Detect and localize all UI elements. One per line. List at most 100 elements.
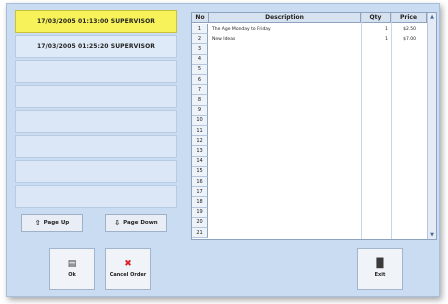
item-price[interactable] bbox=[392, 157, 418, 167]
row-number[interactable]: 12 bbox=[192, 136, 208, 147]
item-price[interactable] bbox=[392, 95, 418, 105]
item-qty[interactable] bbox=[364, 75, 390, 85]
item-description[interactable] bbox=[210, 208, 360, 218]
item-price[interactable] bbox=[392, 126, 418, 136]
item-qty[interactable] bbox=[364, 228, 390, 238]
item-description[interactable] bbox=[210, 228, 360, 238]
item-price[interactable] bbox=[392, 65, 418, 75]
item-description[interactable] bbox=[210, 116, 360, 126]
item-qty[interactable] bbox=[364, 146, 390, 156]
item-qty[interactable] bbox=[364, 126, 390, 136]
item-price[interactable] bbox=[392, 167, 418, 177]
item-qty[interactable]: 1 bbox=[364, 34, 390, 44]
order-item[interactable] bbox=[15, 160, 177, 183]
item-description[interactable] bbox=[210, 146, 360, 156]
page-up-button[interactable]: ⇧ Page Up bbox=[21, 214, 83, 232]
item-description[interactable]: The Age Monday to Friday bbox=[210, 24, 360, 34]
row-number[interactable]: 20 bbox=[192, 217, 208, 228]
item-price[interactable] bbox=[392, 44, 418, 54]
row-number[interactable]: 7 bbox=[192, 85, 208, 96]
item-qty[interactable] bbox=[364, 44, 390, 54]
item-price[interactable] bbox=[392, 116, 418, 126]
row-number[interactable]: 16 bbox=[192, 177, 208, 188]
row-number[interactable]: 18 bbox=[192, 197, 208, 208]
row-number[interactable]: 4 bbox=[192, 54, 208, 65]
item-description[interactable] bbox=[210, 136, 360, 146]
item-price[interactable] bbox=[392, 187, 418, 197]
item-description[interactable] bbox=[210, 106, 360, 116]
item-description[interactable] bbox=[210, 44, 360, 54]
row-number[interactable]: 2 bbox=[192, 34, 208, 45]
order-item[interactable] bbox=[15, 60, 177, 83]
item-price[interactable] bbox=[392, 197, 418, 207]
item-qty[interactable] bbox=[364, 218, 390, 228]
item-price[interactable] bbox=[392, 55, 418, 65]
item-qty[interactable] bbox=[364, 136, 390, 146]
column-header-qty[interactable]: Qty bbox=[361, 13, 391, 23]
item-description[interactable]: New Ideas bbox=[210, 34, 360, 44]
row-number[interactable]: 13 bbox=[192, 146, 208, 157]
item-price[interactable] bbox=[392, 106, 418, 116]
item-description[interactable] bbox=[210, 177, 360, 187]
item-description[interactable] bbox=[210, 65, 360, 75]
item-description[interactable] bbox=[210, 75, 360, 85]
scroll-down-icon[interactable]: ▼ bbox=[428, 231, 436, 239]
item-description[interactable] bbox=[210, 55, 360, 65]
row-number[interactable]: 21 bbox=[192, 228, 208, 239]
item-price[interactable] bbox=[392, 218, 418, 228]
item-qty[interactable] bbox=[364, 116, 390, 126]
item-price[interactable]: $2.50 bbox=[392, 24, 418, 34]
item-qty[interactable]: 1 bbox=[364, 24, 390, 34]
row-number[interactable]: 6 bbox=[192, 75, 208, 86]
item-price[interactable] bbox=[392, 85, 418, 95]
order-item[interactable]: 17/03/2005 01:25:20 SUPERVISOR bbox=[15, 35, 177, 58]
order-item-selected[interactable]: 17/03/2005 01:13:00 SUPERVISOR bbox=[15, 10, 177, 33]
item-description[interactable] bbox=[210, 126, 360, 136]
item-description[interactable] bbox=[210, 167, 360, 177]
row-number[interactable]: 10 bbox=[192, 115, 208, 126]
column-header-description[interactable]: Description bbox=[209, 13, 361, 23]
item-description[interactable] bbox=[210, 197, 360, 207]
item-description[interactable] bbox=[210, 187, 360, 197]
item-qty[interactable] bbox=[364, 95, 390, 105]
row-number[interactable]: 15 bbox=[192, 166, 208, 177]
scroll-up-icon[interactable]: ▲ bbox=[428, 13, 436, 21]
row-number[interactable]: 19 bbox=[192, 207, 208, 218]
item-qty[interactable] bbox=[364, 208, 390, 218]
item-price[interactable] bbox=[392, 208, 418, 218]
column-header-price[interactable]: Price bbox=[391, 13, 427, 23]
row-number[interactable]: 1 bbox=[192, 24, 208, 35]
item-price[interactable] bbox=[392, 146, 418, 156]
row-number[interactable]: 11 bbox=[192, 126, 208, 137]
item-price[interactable] bbox=[392, 136, 418, 146]
item-price[interactable] bbox=[392, 177, 418, 187]
column-header-no[interactable]: No bbox=[192, 13, 209, 23]
page-down-button[interactable]: ⇩ Page Down bbox=[105, 214, 167, 232]
order-item[interactable] bbox=[15, 135, 177, 158]
row-number[interactable]: 9 bbox=[192, 105, 208, 116]
item-price[interactable]: $7.00 bbox=[392, 34, 418, 44]
row-number[interactable]: 5 bbox=[192, 64, 208, 75]
ok-button[interactable]: ▤ Ok bbox=[49, 248, 95, 290]
item-qty[interactable] bbox=[364, 65, 390, 75]
row-number[interactable]: 14 bbox=[192, 156, 208, 167]
order-item[interactable] bbox=[15, 185, 177, 208]
row-number[interactable]: 17 bbox=[192, 187, 208, 198]
order-item[interactable] bbox=[15, 110, 177, 133]
item-price[interactable] bbox=[392, 228, 418, 238]
order-item[interactable] bbox=[15, 85, 177, 108]
item-qty[interactable] bbox=[364, 197, 390, 207]
exit-button[interactable]: █ Exit bbox=[357, 248, 403, 290]
item-description[interactable] bbox=[210, 85, 360, 95]
row-number[interactable]: 8 bbox=[192, 95, 208, 106]
item-qty[interactable] bbox=[364, 177, 390, 187]
item-description[interactable] bbox=[210, 157, 360, 167]
item-qty[interactable] bbox=[364, 167, 390, 177]
row-number[interactable]: 3 bbox=[192, 44, 208, 55]
cancel-order-button[interactable]: ✖ Cancel Order bbox=[105, 248, 151, 290]
item-qty[interactable] bbox=[364, 106, 390, 116]
item-qty[interactable] bbox=[364, 55, 390, 65]
item-description[interactable] bbox=[210, 95, 360, 105]
item-price[interactable] bbox=[392, 75, 418, 85]
item-qty[interactable] bbox=[364, 157, 390, 167]
